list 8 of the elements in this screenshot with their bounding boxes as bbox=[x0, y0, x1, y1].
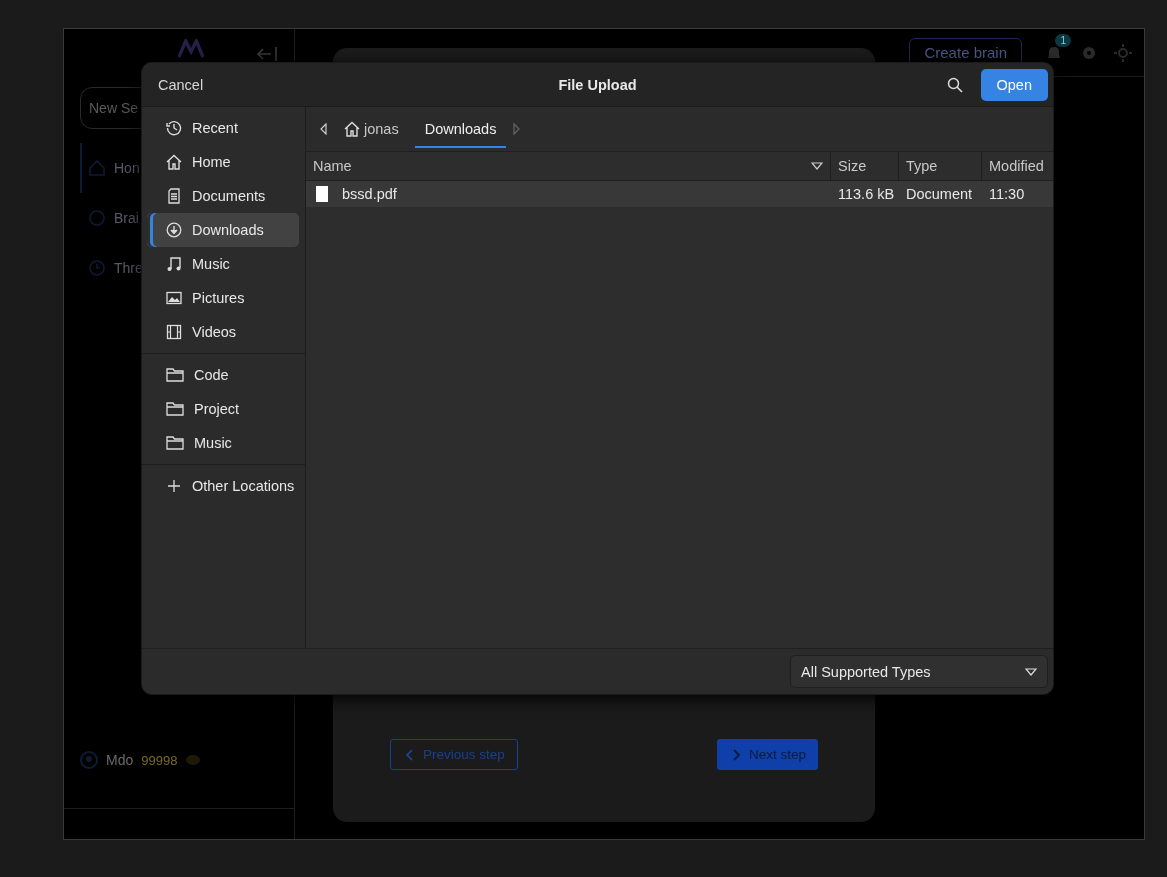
user-name: Mdo bbox=[106, 752, 134, 768]
notification-badge: 1 bbox=[1055, 33, 1071, 47]
file-modified: 11:30 bbox=[988, 186, 1026, 202]
file-size: 113.6 kB bbox=[837, 186, 896, 202]
credit-count: 99998 bbox=[141, 752, 178, 768]
file-type: Document bbox=[905, 186, 974, 202]
file-name: bssd.pdf bbox=[342, 186, 397, 202]
dialog-title: File Upload bbox=[557, 76, 638, 93]
